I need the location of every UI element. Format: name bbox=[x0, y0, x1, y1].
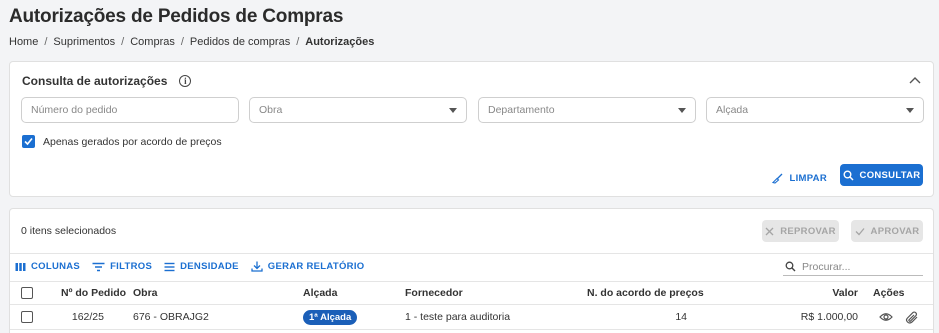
clear-button-label: LIMPAR bbox=[789, 172, 827, 184]
consult-button[interactable]: CONSULTAR bbox=[840, 164, 923, 186]
broom-icon bbox=[772, 173, 783, 184]
cell-value: R$ 1.000,00 bbox=[800, 311, 858, 323]
price-agreement-label: Apenas gerados por acordo de preços bbox=[43, 135, 222, 148]
filter-icon bbox=[92, 262, 105, 271]
column-header-alcada[interactable]: Alçada bbox=[303, 282, 337, 304]
obra-select[interactable]: Obra bbox=[249, 97, 467, 123]
info-icon[interactable]: i bbox=[179, 75, 192, 87]
generate-report-button[interactable]: GERAR RELATÓRIO bbox=[251, 261, 365, 272]
department-placeholder: Departamento bbox=[488, 104, 555, 116]
consult-button-label: CONSULTAR bbox=[859, 169, 921, 181]
column-header-agreement[interactable]: N. do acordo de preços bbox=[587, 282, 704, 304]
filters-button[interactable]: FILTROS bbox=[92, 261, 152, 272]
filter-title: Consulta de autorizações i bbox=[22, 74, 192, 88]
breadcrumb-suprimentos[interactable]: Suprimentos bbox=[53, 36, 115, 48]
clear-button[interactable]: LIMPAR bbox=[772, 168, 827, 188]
breadcrumb-pedidos-de-compras[interactable]: Pedidos de compras bbox=[190, 36, 290, 48]
price-agreement-checkbox-row: Apenas gerados por acordo de preços bbox=[22, 135, 222, 148]
grid-search-input[interactable]: Procurar... bbox=[783, 258, 923, 276]
grid-toolbar: COLUNAS FILTROS DENSIDADE GERAR RELATÓRI… bbox=[15, 261, 376, 272]
density-icon bbox=[164, 262, 175, 271]
paperclip-icon bbox=[905, 310, 918, 324]
alcada-badge: 1ª Alçada bbox=[303, 309, 358, 325]
alcada-select[interactable]: Alçada bbox=[706, 97, 924, 123]
density-label: DENSIDADE bbox=[180, 261, 239, 272]
close-icon bbox=[765, 227, 774, 235]
cell-agreement: 14 bbox=[675, 311, 687, 323]
breadcrumb-separator: / bbox=[121, 36, 125, 48]
obra-placeholder: Obra bbox=[259, 104, 283, 116]
cell-supplier: 1 - teste para auditoria bbox=[405, 311, 511, 323]
search-icon bbox=[843, 170, 854, 181]
grid-search-placeholder: Procurar... bbox=[802, 260, 851, 273]
cell-obra: 676 - OBRAJG2 bbox=[133, 311, 209, 323]
caret-down-icon bbox=[449, 107, 457, 113]
chevron-up-icon[interactable] bbox=[909, 76, 921, 84]
cell-order: 162/25 bbox=[71, 311, 104, 323]
columns-button[interactable]: COLUNAS bbox=[15, 261, 80, 272]
order-number-placeholder: Número do pedido bbox=[31, 104, 118, 116]
breadcrumb-home[interactable]: Home bbox=[9, 36, 38, 48]
column-header-obra[interactable]: Obra bbox=[133, 282, 158, 304]
download-icon bbox=[251, 261, 263, 272]
caret-down-icon bbox=[906, 107, 914, 113]
columns-icon bbox=[15, 262, 26, 271]
eye-icon bbox=[879, 313, 893, 321]
reject-button[interactable]: REPROVAR bbox=[762, 220, 839, 242]
attachments-action[interactable] bbox=[905, 305, 919, 329]
check-icon bbox=[855, 227, 865, 235]
cell-alcada: 1ª Alçada bbox=[303, 305, 358, 329]
column-header-order[interactable]: Nº do Pedido bbox=[61, 282, 126, 304]
breadcrumb-separator: / bbox=[180, 36, 184, 48]
view-action[interactable] bbox=[879, 305, 893, 329]
density-button[interactable]: DENSIDADE bbox=[164, 261, 239, 272]
approve-button[interactable]: APROVAR bbox=[851, 220, 923, 242]
select-all-checkbox[interactable] bbox=[21, 282, 33, 304]
filter-card: Consulta de autorizações i Número do ped… bbox=[9, 61, 934, 197]
row-checkbox[interactable] bbox=[21, 305, 33, 329]
checkbox-box bbox=[21, 311, 33, 323]
alcada-placeholder: Alçada bbox=[716, 104, 749, 116]
caret-down-icon bbox=[678, 107, 686, 113]
divider bbox=[10, 253, 933, 254]
column-header-value[interactable]: Valor bbox=[832, 282, 858, 304]
checkbox-box bbox=[21, 287, 33, 299]
search-icon bbox=[785, 261, 796, 272]
reject-button-label: REPROVAR bbox=[780, 225, 836, 237]
approve-button-label: APROVAR bbox=[870, 225, 920, 237]
column-header-actions: Ações bbox=[873, 287, 905, 299]
generate-report-label: GERAR RELATÓRIO bbox=[267, 261, 365, 272]
breadcrumb-autorizacoes: Autorizações bbox=[305, 36, 375, 48]
department-select[interactable]: Departamento bbox=[478, 97, 696, 123]
table-row[interactable]: 162/25 676 - OBRAJG2 1ª Alçada 1 - teste… bbox=[10, 305, 933, 330]
check-icon bbox=[24, 137, 33, 146]
page-title: Autorizações de Pedidos de Compras bbox=[9, 6, 344, 27]
column-header-supplier[interactable]: Fornecedor bbox=[405, 282, 463, 304]
breadcrumb-separator: / bbox=[44, 36, 48, 48]
breadcrumb-compras[interactable]: Compras bbox=[130, 36, 175, 48]
filters-label: FILTROS bbox=[110, 261, 153, 272]
selected-count: 0 itens selecionados bbox=[21, 225, 117, 237]
results-card: 0 itens selecionados REPROVAR APROVAR CO… bbox=[9, 208, 934, 333]
breadcrumb-separator: / bbox=[296, 36, 300, 48]
table-header: Nº do Pedido Obra Alçada Fornecedor N. d… bbox=[10, 281, 933, 305]
price-agreement-checkbox[interactable] bbox=[22, 135, 35, 148]
columns-label: COLUNAS bbox=[31, 261, 81, 272]
filter-title-text: Consulta de autorizações bbox=[22, 74, 168, 88]
breadcrumb: Home / Suprimentos / Compras / Pedidos d… bbox=[9, 36, 374, 48]
order-number-input[interactable]: Número do pedido bbox=[21, 97, 239, 123]
